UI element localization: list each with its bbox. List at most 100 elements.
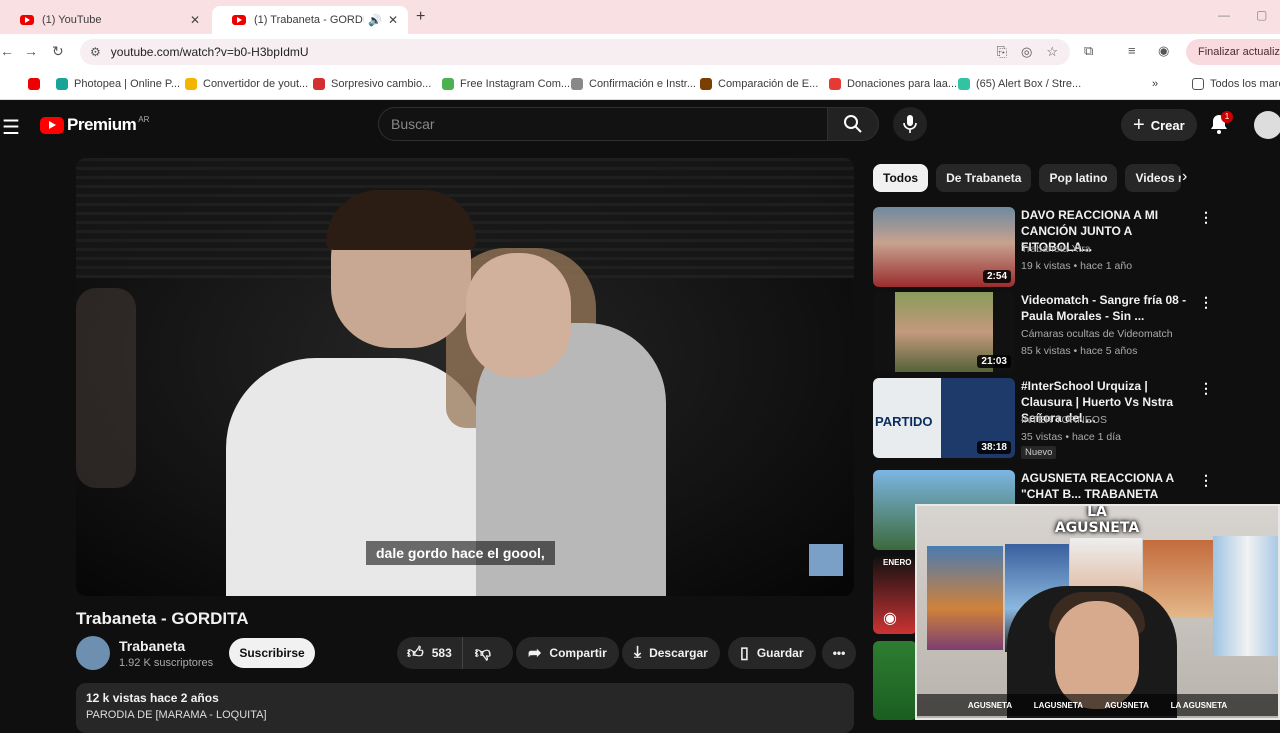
speaker-icon[interactable]: 🔊 [368, 14, 382, 27]
more-actions-button[interactable]: ••• [822, 637, 856, 669]
bookmark-youtube-icon[interactable] [28, 78, 46, 90]
rec-meta: 19 k vistas • hace 1 año [1021, 260, 1133, 272]
recommended-video-thumbnail[interactable]: ENERO ◉ [873, 556, 917, 634]
tab-title: (1) YouTube [42, 14, 102, 26]
video-thumbnail: PARTIDO 38:18 [873, 378, 1015, 458]
filter-chips: Todos De Trabaneta Pop latino Videos n [873, 164, 1182, 192]
youtube-header: ☰ Premium AR + Crear 1 [0, 101, 1280, 151]
youtube-play-icon [40, 116, 64, 134]
bookmark-item[interactable]: Donaciones para laa... [829, 78, 957, 90]
more-vertical-icon[interactable]: ⋮ [1199, 294, 1213, 311]
bookmark-item[interactable]: Free Instagram Com... [442, 78, 570, 90]
reload-icon[interactable]: ↻ [52, 43, 64, 60]
video-player[interactable]: dale gordo hace el goool, [76, 158, 854, 596]
bookmarks-folder[interactable]: Todos los marca [1192, 78, 1280, 90]
thumbs-down-icon: 👎︎ [474, 644, 492, 662]
site-settings-icon[interactable]: ⚙ [90, 45, 101, 59]
news-icon [313, 78, 325, 90]
bookmarks-overflow-icon[interactable]: » [1152, 78, 1158, 90]
search-icon [844, 115, 862, 133]
bookmark-icon: ▯ [740, 645, 749, 662]
subscriber-count: 1.92 K suscriptores [119, 657, 214, 669]
rec-channel: Trabaneta Xtra [1021, 243, 1091, 255]
extensions-icon[interactable]: ⧉ [1084, 43, 1093, 59]
chevron-right-icon[interactable]: › [1182, 168, 1187, 186]
more-vertical-icon[interactable]: ⋮ [1199, 209, 1213, 226]
video-caption: dale gordo hace el goool, [366, 541, 555, 565]
channel-watermark[interactable] [809, 544, 843, 576]
tab-close-icon[interactable]: ✕ [190, 13, 200, 27]
bookmark-item[interactable]: Convertidor de yout... [185, 78, 308, 90]
more-vertical-icon[interactable]: ⋮ [1199, 380, 1213, 397]
video-figure [326, 190, 476, 250]
recommended-video[interactable]: 2:54 DAVO REACCIONA A MI CANCIÓN JUNTO A… [873, 207, 1213, 289]
create-button[interactable]: + Crear [1121, 109, 1197, 141]
url-input[interactable]: ⚙ youtube.com/watch?v=b0-H3bpIdmU ⎘ ◎ ☆ [80, 39, 1070, 65]
streamer-figure [1055, 601, 1139, 709]
channel-avatar[interactable] [76, 636, 110, 670]
recommended-video[interactable]: 21:03 Videomatch - Sangre fría 08 - Paul… [873, 292, 1213, 374]
save-button[interactable]: ▯ Guardar [728, 637, 816, 669]
streamer-logo: LA AGUSNETA [1054, 504, 1140, 536]
folder-icon [185, 78, 197, 90]
bookmark-item[interactable]: (65) Alert Box / Stre... [958, 78, 1081, 90]
bookmark-star-icon[interactable]: ☆ [1046, 44, 1058, 60]
views-and-date: 12 k vistas hace 2 años [86, 691, 219, 705]
description-box[interactable]: 12 k vistas hace 2 años PARODIA DE [MARA… [76, 683, 854, 733]
like-button[interactable]: 👍︎ 583 [397, 637, 463, 669]
youtube-favicon-icon [232, 15, 246, 25]
forward-icon[interactable]: → [24, 43, 38, 59]
bookmark-item[interactable]: Confirmación e Instr... [571, 78, 696, 90]
chip-pop-latino[interactable]: Pop latino [1039, 164, 1118, 192]
x-handle: LAGUSNETA [1033, 700, 1083, 710]
share-button[interactable]: ➦ Compartir [516, 637, 619, 669]
back-icon[interactable]: ← [0, 43, 14, 59]
tab-close-icon[interactable]: ✕ [388, 13, 398, 27]
bookmark-item[interactable]: Comparación de E... [700, 78, 818, 90]
subscribe-button[interactable]: Suscribirse [229, 638, 315, 668]
share-icon: ➦ [528, 645, 542, 662]
notification-badge: 1 [1221, 111, 1233, 123]
search-input[interactable] [391, 116, 827, 132]
bookmark-item[interactable]: Photopea | Online P... [56, 78, 180, 90]
search-button[interactable] [827, 107, 879, 141]
search-box [378, 107, 828, 141]
new-badge: Nuevo [1021, 446, 1057, 459]
video-thumbnail: 21:03 [873, 292, 1015, 372]
browser-tab-youtube[interactable]: (1) YouTube ✕ [0, 6, 210, 34]
bookmark-item[interactable]: Sorpresivo cambio... [313, 78, 431, 90]
more-horizontal-icon: ••• [832, 646, 846, 660]
recommended-video[interactable]: PARTIDO 38:18 #InterSchool Urquiza | Cla… [873, 378, 1213, 460]
youtube-handle: LA AGUSNETA [1170, 700, 1228, 710]
notifications-button[interactable]: 1 [1208, 111, 1233, 140]
chip-videos[interactable]: Videos n [1125, 164, 1182, 192]
menu-icon[interactable]: ☰ [2, 115, 20, 140]
recommended-video-thumbnail[interactable] [873, 641, 917, 720]
browser-tab-video[interactable]: (1) Trabaneta - GORDITA - Y 🔊 ✕ [212, 6, 408, 34]
download-icon: ⤓ [634, 644, 642, 661]
rec-channel: INTER TORNEOS [1021, 414, 1107, 426]
eye-off-icon[interactable]: ◎ [1021, 44, 1032, 60]
account-avatar[interactable] [1254, 111, 1280, 139]
minimize-icon[interactable]: — [1218, 8, 1230, 22]
chip-todos[interactable]: Todos [873, 164, 929, 192]
dislike-button[interactable]: 👎︎ [463, 644, 503, 663]
download-button[interactable]: ⤓ Descargar [622, 637, 720, 669]
voice-search-button[interactable] [893, 107, 927, 141]
chip-de-trabaneta[interactable]: De Trabaneta [936, 164, 1032, 192]
rec-channel: Cámaras ocultas de Videomatch [1021, 328, 1173, 340]
update-button[interactable]: Finalizar actualiza [1186, 39, 1280, 65]
more-vertical-icon[interactable]: ⋮ [1199, 472, 1213, 489]
youtube-favicon-icon [20, 15, 34, 25]
youtube-logo[interactable]: Premium AR [40, 115, 149, 135]
microphone-icon [903, 115, 917, 133]
new-tab-button[interactable]: + [416, 8, 425, 26]
install-app-icon[interactable]: ⎘ [997, 44, 1007, 60]
profile-icon[interactable]: ◉ [1158, 43, 1169, 59]
plus-icon: + [1133, 113, 1145, 136]
like-dislike-group: 👍︎ 583 👎︎ [397, 637, 513, 669]
media-queue-icon[interactable]: ≡ [1128, 43, 1136, 58]
maximize-icon[interactable]: ▢ [1256, 8, 1267, 22]
channel-name[interactable]: Trabaneta [119, 638, 185, 654]
instagram-handle: AGUSNETA [967, 700, 1013, 710]
